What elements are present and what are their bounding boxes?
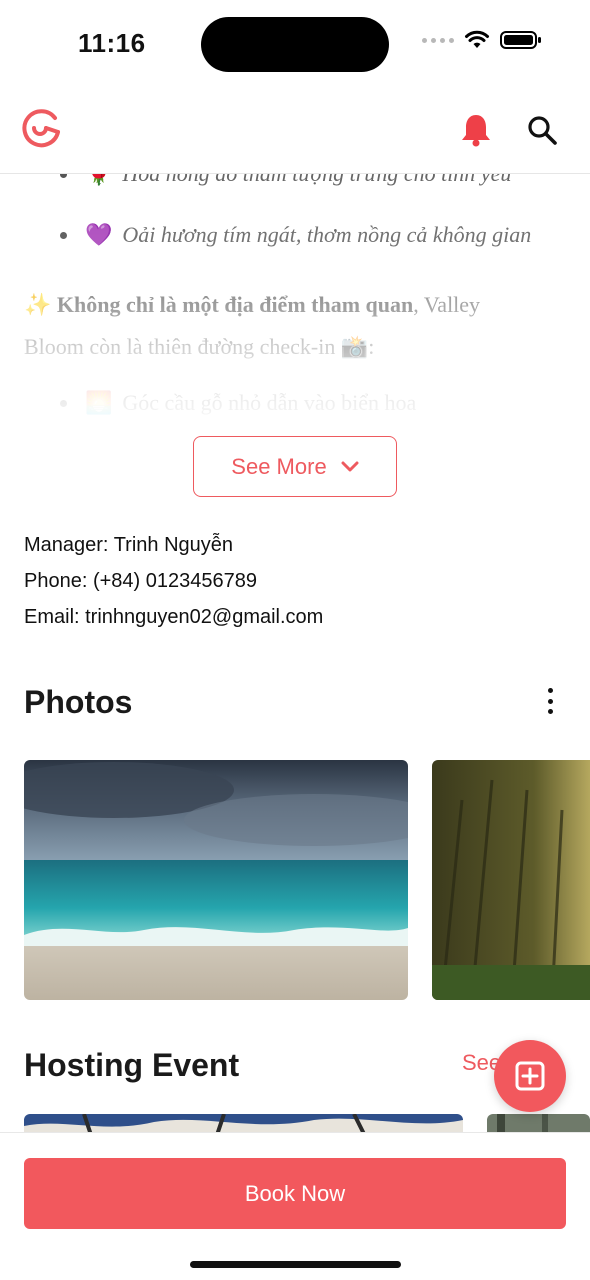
signal-icon: [422, 37, 454, 43]
status-indicators: [422, 30, 542, 50]
add-square-icon: [515, 1061, 545, 1091]
bottom-bar: Book Now: [0, 1132, 590, 1280]
list-item: 💜 Oải hương tím ngát, thơm nồng cả không…: [60, 222, 531, 248]
manager-info: Manager: Trinh Nguyễn: [24, 534, 234, 556]
app-header: [0, 90, 590, 174]
list-item: 🌅 Góc cầu gỗ nhỏ dẫn vào biển hoa: [60, 390, 416, 416]
home-indicator[interactable]: [190, 1261, 401, 1268]
email-info[interactable]: Email: trinhnguyen02@gmail.com: [24, 606, 323, 629]
wifi-icon: [465, 30, 489, 48]
photo-trees[interactable]: [432, 760, 590, 1000]
trees-image: [432, 760, 590, 1000]
battery-icon: [500, 31, 541, 49]
book-now-button[interactable]: Book Now: [24, 1158, 566, 1229]
beach-image: [24, 760, 408, 1000]
rose-emoji: 🌹: [85, 174, 113, 187]
photos-title: Photos: [24, 684, 133, 720]
dynamic-island: [201, 17, 389, 72]
hosting-event-title: Hosting Event: [24, 1047, 240, 1083]
list-item: 🌹 Hoa hồng đỏ thắm tượng trưng cho tình …: [60, 174, 511, 187]
add-event-button[interactable]: [494, 1040, 566, 1112]
status-time: 11:16: [78, 28, 146, 58]
bell-icon[interactable]: [459, 112, 493, 148]
phone-info[interactable]: Phone: (+84) 0123456789: [24, 570, 257, 593]
chevron-down-icon: [341, 461, 359, 471]
sparkles-emoji: ✨: [24, 293, 52, 318]
more-vertical-icon[interactable]: [540, 688, 560, 714]
photo-beach[interactable]: [24, 760, 408, 1000]
sunrise-emoji: 🌅: [85, 390, 113, 416]
search-icon[interactable]: [526, 114, 558, 146]
description: 🌹 Hoa hồng đỏ thắm tượng trưng cho tình …: [0, 174, 590, 436]
logo-icon[interactable]: [20, 108, 62, 150]
purple-heart-emoji: 💜: [85, 222, 113, 248]
see-more-button[interactable]: See More: [193, 436, 397, 497]
description-paragraph: ✨ Không chỉ là một địa điểm tham quan, V…: [24, 292, 481, 359]
see-more-label: See More: [231, 453, 327, 479]
status-bar: 11:16: [0, 0, 590, 90]
